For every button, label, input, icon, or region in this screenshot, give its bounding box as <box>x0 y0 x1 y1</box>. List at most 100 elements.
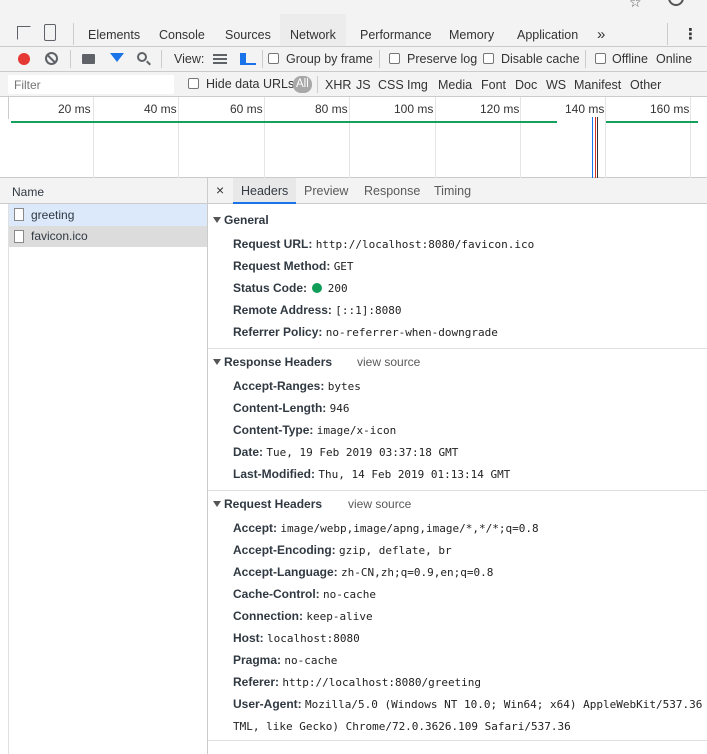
timeline-gridline <box>605 97 606 178</box>
name-column-header[interactable]: Name <box>12 185 44 199</box>
filter-divider <box>317 76 318 93</box>
filter-type-img[interactable]: Img <box>407 78 428 92</box>
header-row: Accept: image/webp,image/apng,image/*,*/… <box>233 521 539 535</box>
timeline-tick: 140 ms <box>565 102 605 116</box>
timeline-gridline <box>690 97 691 178</box>
triangle-down-icon[interactable] <box>213 501 221 507</box>
timeline-gridline <box>349 97 350 178</box>
triangle-down-icon[interactable] <box>213 217 221 223</box>
preserve-log-checkbox[interactable] <box>389 53 400 64</box>
waterfall-icon[interactable] <box>240 53 256 65</box>
timeline-tick: 40 ms <box>144 102 177 116</box>
header-row: Accept-Encoding: gzip, deflate, br <box>233 543 452 557</box>
hide-data-urls-checkbox[interactable] <box>188 78 199 89</box>
timeline-tick: 100 ms <box>394 102 434 116</box>
group-by-frame-checkbox[interactable] <box>268 53 279 64</box>
search-icon-handle <box>146 60 151 66</box>
header-row: User-Agent: Mozilla/5.0 (Windows NT 10.0… <box>233 697 703 711</box>
star-icon[interactable]: ☆ <box>629 0 642 11</box>
load-event-marker <box>597 117 598 178</box>
dom-content-loaded-marker <box>592 117 593 178</box>
timeline-tick: 60 ms <box>230 102 263 116</box>
header-row: Pragma: no-cache <box>233 653 338 667</box>
filter-type-other[interactable]: Other <box>630 78 661 92</box>
section-divider <box>208 348 707 349</box>
header-row: Last-Modified: Thu, 14 Feb 2019 01:13:14… <box>233 467 511 481</box>
device-toolbar-icon[interactable] <box>44 24 56 41</box>
view-source-link[interactable]: view source <box>348 497 411 511</box>
timeline-gridline <box>520 97 521 178</box>
header-row-wrap: TML, like Gecko) Chrome/72.0.3626.109 Sa… <box>233 720 571 733</box>
timeline-gridline <box>93 97 94 178</box>
timeline-gridline <box>264 97 265 178</box>
tab-preview[interactable]: Preview <box>304 184 348 198</box>
filter-type-doc[interactable]: Doc <box>515 78 537 92</box>
header-row: Request URL: http://localhost:8080/favic… <box>233 237 535 251</box>
group-by-frame-label[interactable]: Group by frame <box>286 52 373 66</box>
timeline-tick: 20 ms <box>58 102 91 116</box>
section-divider <box>208 490 707 491</box>
network-controls-bar: View: Group by frame Preserve log Disabl… <box>0 46 707 72</box>
record-button[interactable] <box>18 53 30 65</box>
header-row: Referer: http://localhost:8080/greeting <box>233 675 482 689</box>
disable-cache-label[interactable]: Disable cache <box>501 52 580 66</box>
header-row: Host: localhost:8080 <box>233 631 360 645</box>
filter-type-manifest[interactable]: Manifest <box>574 78 621 92</box>
filter-type-js[interactable]: JS <box>356 78 371 92</box>
offline-checkbox[interactable] <box>595 53 606 64</box>
tab-timing[interactable]: Timing <box>434 184 471 198</box>
filter-type-all[interactable]: All <box>293 76 312 93</box>
triangle-down-icon[interactable] <box>213 359 221 365</box>
timeline-gridline <box>178 97 179 178</box>
request-headers-title[interactable]: Request Headers <box>224 497 322 511</box>
header-row: Content-Length: 946 <box>233 401 350 415</box>
filter-input[interactable] <box>8 75 174 94</box>
request-bar-favicon <box>606 121 698 123</box>
filter-type-ws[interactable]: WS <box>546 78 566 92</box>
toolbar-divider <box>73 23 74 45</box>
view-label: View: <box>174 52 205 66</box>
filter-type-css[interactable]: CSS <box>378 78 404 92</box>
tab-response[interactable]: Response <box>364 184 420 198</box>
hide-data-urls-label[interactable]: Hide data URLs <box>206 77 294 91</box>
throttling-select[interactable]: Online <box>656 52 692 66</box>
screenshot-camera-icon[interactable] <box>82 54 95 64</box>
timeline-gridline <box>435 97 436 178</box>
document-icon <box>14 230 24 243</box>
tab-headers[interactable]: Headers <box>233 178 297 204</box>
timeline-tick: 120 ms <box>480 102 520 116</box>
request-list-divider <box>8 204 9 754</box>
list-item[interactable]: favicon.ico <box>8 226 207 247</box>
request-name: favicon.ico <box>31 229 88 243</box>
filter-type-media[interactable]: Media <box>438 78 472 92</box>
header-row: Date: Tue, 19 Feb 2019 03:37:18 GMT <box>233 445 459 459</box>
filter-type-xhr[interactable]: XHR <box>325 78 351 92</box>
toolbar-divider <box>585 50 586 68</box>
header-row: Status Code: 200 <box>233 281 348 295</box>
response-headers-title[interactable]: Response Headers <box>224 355 332 369</box>
header-row: Accept-Ranges: bytes <box>233 379 361 393</box>
load-event-marker <box>595 117 596 178</box>
header-row: Cache-Control: no-cache <box>233 587 376 601</box>
toolbar-divider <box>262 50 263 68</box>
toolbar-divider <box>161 50 162 68</box>
disable-cache-checkbox[interactable] <box>483 53 494 64</box>
preserve-log-label[interactable]: Preserve log <box>407 52 477 66</box>
filter-icon[interactable] <box>110 53 124 62</box>
view-source-link[interactable]: view source <box>357 355 420 369</box>
filter-type-font[interactable]: Font <box>481 78 506 92</box>
timeline-tick: 80 ms <box>315 102 348 116</box>
large-rows-icon-mid <box>213 58 227 60</box>
browser-top-strip <box>0 0 707 14</box>
offline-label[interactable]: Offline <box>612 52 648 66</box>
close-icon[interactable]: × <box>216 182 224 198</box>
request-name: greeting <box>31 208 75 222</box>
timeline-overview[interactable]: 20 ms 40 ms 60 ms 80 ms 100 ms 120 ms 14… <box>0 97 707 178</box>
toolbar-divider <box>667 23 668 45</box>
list-item[interactable]: greeting <box>8 204 207 226</box>
inspect-element-icon[interactable] <box>17 26 31 40</box>
header-row: Request Method: GET <box>233 259 354 273</box>
document-icon <box>14 208 24 221</box>
request-list-header: Name <box>0 178 207 204</box>
general-section-title[interactable]: General <box>224 213 269 227</box>
